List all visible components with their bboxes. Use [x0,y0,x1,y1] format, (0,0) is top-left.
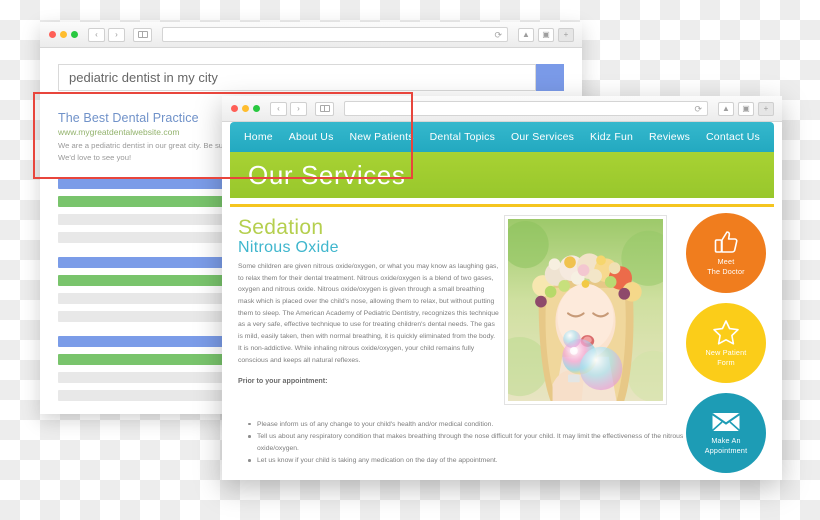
maximize-button[interactable] [71,31,78,38]
forward-icon[interactable]: › [108,27,125,42]
site-navigation[interactable]: Home About Us New Patients Dental Topics… [230,122,774,152]
meet-the-doctor-button[interactable]: Meet The Doctor [686,213,766,293]
sidebar-glyph [137,31,148,38]
nav-item-reviews[interactable]: Reviews [649,131,690,143]
screenshot-canvas: ‹ › ⟳ ▲ ▣ + The Best Dental Practice [0,0,820,520]
new-patient-form-button[interactable]: New Patient Form [686,303,766,383]
page-hero-banner: Our Services [230,152,774,198]
front-window-traffic-lights[interactable] [231,105,260,112]
make-an-appointment-button[interactable]: Make An Appointment [686,393,766,473]
tabs-icon[interactable]: ▣ [738,101,754,116]
minimize-button[interactable] [242,105,249,112]
nav-item-about-us[interactable]: About Us [289,131,334,143]
nav-item-home[interactable]: Home [244,131,273,143]
heading-sedation: Sedation [238,216,324,239]
chrome-right-buttons[interactable]: ▲ ▣ + [518,27,574,42]
nav-item-our-services[interactable]: Our Services [511,131,574,143]
body-paragraph: Some children are given nitrous oxide/ox… [238,263,499,364]
maximize-button[interactable] [253,105,260,112]
back-icon[interactable]: ‹ [88,27,105,42]
dental-site-window[interactable]: ‹ › ⟳ ▲ ▣ + Home About Us New Patients D… [222,96,782,480]
cta-label: Make An Appointment [704,436,748,455]
cta-label: Meet The Doctor [707,257,745,276]
cta-label: New Patient Form [705,348,747,367]
prior-to-appointment-heading: Prior to your appointment: [238,377,328,386]
list-item: Tell us about any respiratory condition … [246,431,686,454]
nav-item-new-patients[interactable]: New Patients [349,131,413,143]
nav-item-kidz-fun[interactable]: Kidz Fun [590,131,633,143]
search-submit-button[interactable] [536,64,564,91]
chrome-right-buttons[interactable]: ▲ ▣ + [718,101,774,116]
list-item: Please inform us of any change to your c… [246,419,686,431]
address-bar[interactable]: ⟳ [344,101,708,116]
service-photo-frame [504,215,667,405]
back-icon[interactable]: ‹ [270,101,287,116]
forward-icon[interactable]: › [290,101,307,116]
envelope-icon [711,413,741,432]
search-input[interactable] [58,64,536,91]
address-bar[interactable]: ⟳ [162,27,508,42]
front-window-chrome: ‹ › ⟳ ▲ ▣ + [222,96,782,122]
cta-button-column[interactable]: Meet The Doctor New Patient Form Make An… [686,213,770,483]
nav-item-dental-topics[interactable]: Dental Topics [430,131,495,143]
share-icon[interactable]: ▲ [518,27,534,42]
search-row[interactable] [58,64,564,91]
share-icon[interactable]: ▲ [718,101,734,116]
close-button[interactable] [49,31,56,38]
front-browser-nav-buttons[interactable]: ‹ › [270,101,307,116]
browser-nav-buttons[interactable]: ‹ › [88,27,125,42]
close-button[interactable] [231,105,238,112]
thumbs-up-icon [714,231,738,253]
content-text-column: Sedation Nitrous Oxide Some children are… [230,216,500,386]
nav-item-contact-us[interactable]: Contact Us [706,131,760,143]
reload-icon[interactable]: ⟳ [494,29,502,42]
tabs-icon[interactable]: ▣ [538,27,554,42]
photo-illustration [508,219,663,401]
sidebar-toggle-icon[interactable] [315,101,334,116]
minimize-button[interactable] [60,31,67,38]
heading-nitrous-oxide: Nitrous Oxide [238,239,339,257]
back-window-chrome: ‹ › ⟳ ▲ ▣ + [40,22,582,48]
sidebar-glyph [319,105,330,112]
new-tab-icon[interactable]: + [758,101,774,116]
sidebar-toggle-icon[interactable] [133,27,152,42]
list-item: Let us know if your child is taking any … [246,455,686,467]
page-title: Our Services [248,159,406,190]
new-tab-icon[interactable]: + [558,27,574,42]
girl-blowing-bubbles-photo [508,219,663,401]
star-icon [713,320,739,345]
window-traffic-lights[interactable] [49,31,78,38]
page-content: Sedation Nitrous Oxide Some children are… [222,207,782,473]
reload-icon[interactable]: ⟳ [694,103,702,116]
appointment-instructions-list: Please inform us of any change to your c… [246,419,686,468]
